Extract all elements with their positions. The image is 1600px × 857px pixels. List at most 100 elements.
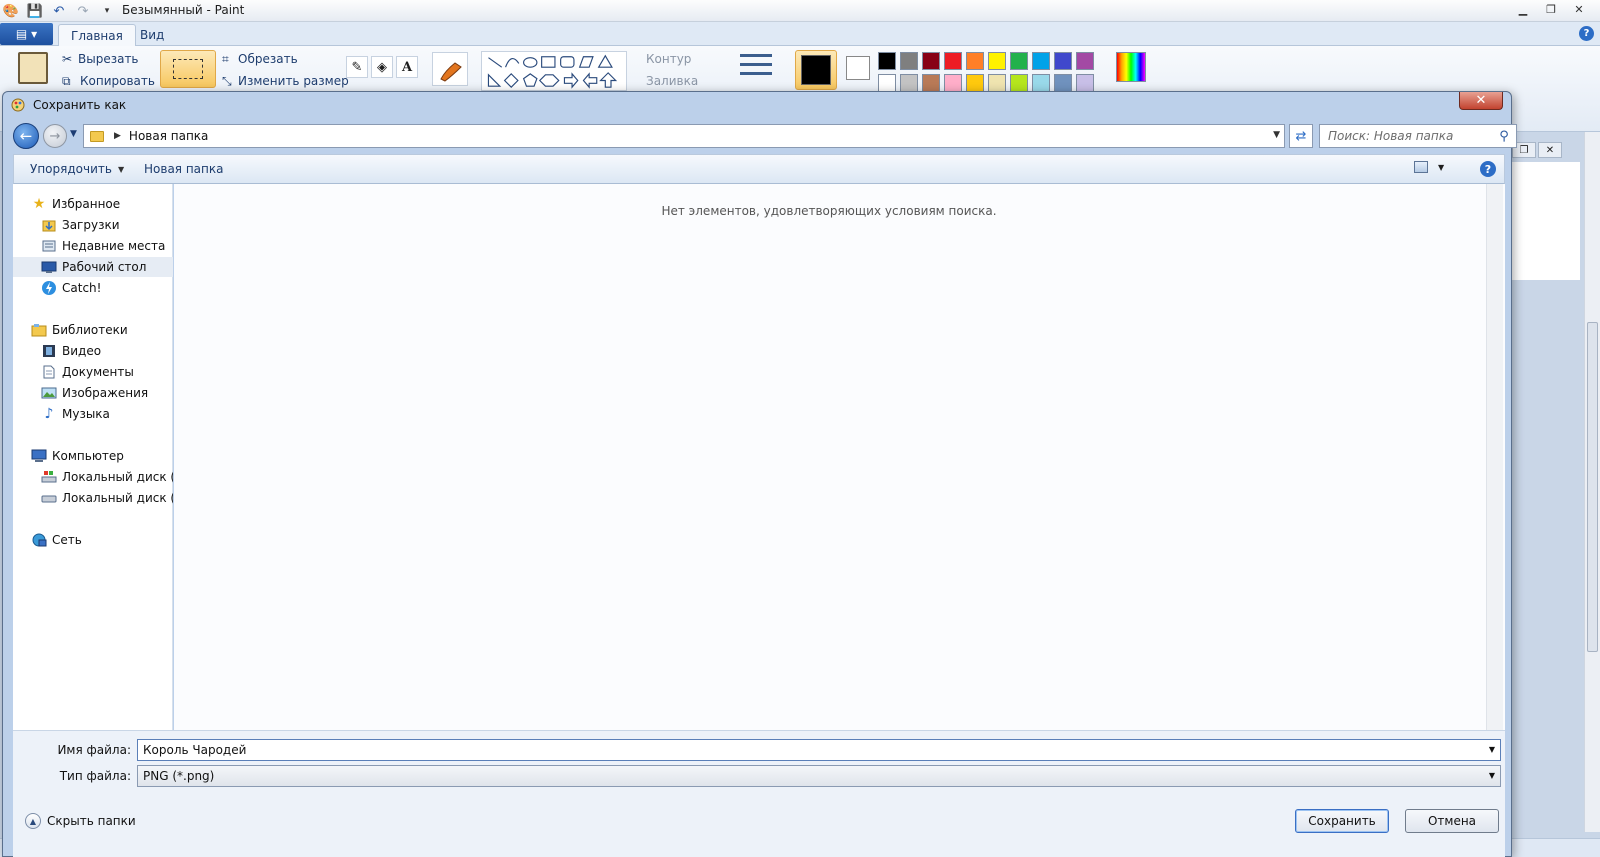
nav-favorites[interactable]: ★ Избранное	[13, 194, 173, 214]
resize-button[interactable]: Изменить размер	[238, 74, 349, 88]
nav-item-music[interactable]: ♪ Музыка	[13, 404, 173, 424]
palette-swatch[interactable]	[900, 74, 918, 92]
help-icon[interactable]: ?	[1480, 161, 1496, 177]
new-folder-button[interactable]: Новая папка	[144, 162, 223, 176]
nav-item-desktop[interactable]: Рабочий стол	[13, 257, 173, 277]
tab-view[interactable]: Вид	[128, 24, 176, 46]
outline-button[interactable]: Контур	[646, 52, 691, 66]
filename-input[interactable]	[138, 740, 1478, 760]
paint-app-icon	[11, 98, 25, 112]
search-icon[interactable]: ⚲	[1496, 128, 1512, 144]
address-bar[interactable]: ▶ Новая папка ▼	[83, 124, 1285, 148]
undo-icon[interactable]: ↶	[50, 2, 68, 20]
edit-colors-button[interactable]	[1116, 52, 1146, 82]
forward-button[interactable]: →	[43, 124, 67, 148]
nav-item-images[interactable]: Изображения	[13, 383, 173, 403]
file-list-scrollbar[interactable]	[1486, 184, 1503, 730]
paint-app-menu-button[interactable]: ▤ ▾	[0, 23, 53, 45]
color1-button[interactable]	[795, 50, 837, 90]
redo-icon[interactable]: ↷	[74, 2, 92, 20]
dialog-close-button[interactable]: ✕	[1459, 92, 1503, 110]
breadcrumb[interactable]: Новая папка	[129, 129, 208, 143]
change-view-button[interactable]: ▼	[1414, 161, 1444, 173]
scroll-thumb[interactable]	[1587, 322, 1598, 652]
close-icon[interactable]: ✕	[1538, 142, 1562, 158]
palette-swatch[interactable]	[878, 52, 896, 70]
nav-item-disk-c[interactable]: Локальный диск (C:	[13, 467, 173, 487]
palette-swatch[interactable]	[1054, 52, 1072, 70]
tab-home[interactable]: Главная	[58, 24, 136, 46]
brush-icon	[440, 62, 462, 82]
palette-swatch[interactable]	[1032, 74, 1050, 92]
palette-swatch[interactable]	[988, 52, 1006, 70]
paint-help-icon[interactable]: ?	[1579, 26, 1594, 41]
command-bar: Упорядочить ▼ Новая папка ▼ ?	[13, 154, 1505, 184]
crop-icon: ⌗	[222, 52, 229, 66]
filetype-select[interactable]: PNG (*.png) ▼	[137, 765, 1501, 787]
close-icon[interactable]: ✕	[1566, 0, 1592, 18]
computer-icon	[31, 448, 47, 464]
paint-window-title: Безымянный - Paint	[122, 3, 245, 17]
color2-button[interactable]	[846, 56, 870, 80]
paint-vertical-scrollbar[interactable]	[1584, 132, 1600, 832]
chevron-down-icon[interactable]: ▼	[1489, 745, 1495, 754]
back-button[interactable]: ←	[13, 123, 39, 149]
save-as-dialog: Сохранить как ✕ ← → ▼ ▶ Новая папка ▼ ⇄ …	[2, 91, 1517, 857]
maximize-icon[interactable]: ❐	[1538, 0, 1564, 18]
size-button[interactable]	[740, 54, 772, 82]
chevron-right-icon[interactable]: ▶	[114, 131, 121, 141]
crop-button[interactable]: Обрезать	[238, 52, 298, 66]
brushes-button[interactable]	[432, 52, 468, 86]
fill-bucket-icon[interactable]: ◈	[371, 56, 393, 78]
palette-swatch[interactable]	[1010, 52, 1028, 70]
palette-swatch[interactable]	[878, 74, 896, 92]
nav-item-video[interactable]: Видео	[13, 341, 173, 361]
palette-swatch[interactable]	[1054, 74, 1072, 92]
palette-swatch[interactable]	[1010, 74, 1028, 92]
nav-network[interactable]: Сеть	[13, 530, 173, 550]
palette-swatch[interactable]	[1032, 52, 1050, 70]
palette-swatch[interactable]	[1076, 52, 1094, 70]
palette-swatch[interactable]	[966, 74, 984, 92]
paste-icon[interactable]	[18, 52, 48, 84]
nav-item-recent-places[interactable]: Недавние места	[13, 236, 173, 256]
palette-swatch[interactable]	[900, 52, 918, 70]
nav-item-catch[interactable]: Catch!	[13, 278, 173, 298]
file-list[interactable]: Нет элементов, удовлетворяющих условиям …	[174, 184, 1505, 730]
palette-swatch[interactable]	[1076, 74, 1094, 92]
paint-app-icon: 🎨	[2, 3, 20, 19]
palette-swatch[interactable]	[944, 74, 962, 92]
palette-swatch[interactable]	[922, 52, 940, 70]
minimize-icon[interactable]: ▁	[1510, 0, 1536, 18]
nav-item-downloads[interactable]: Загрузки	[13, 215, 173, 235]
organize-button[interactable]: Упорядочить ▼	[30, 162, 124, 176]
copy-button[interactable]: Копировать	[80, 74, 155, 88]
palette-swatch[interactable]	[966, 52, 984, 70]
recent-pages-dropdown-icon[interactable]: ▼	[70, 129, 77, 139]
save-icon[interactable]: 💾	[26, 2, 44, 20]
paint-canvas[interactable]	[1512, 162, 1580, 280]
customize-qat-icon[interactable]: ▾	[98, 2, 116, 20]
cut-button[interactable]: Вырезать	[78, 52, 139, 66]
shapes-gallery[interactable]	[481, 51, 627, 91]
refresh-button[interactable]: ⇄	[1289, 124, 1313, 148]
text-tool-icon[interactable]: A	[396, 56, 418, 78]
chevron-down-icon[interactable]: ▼	[1273, 130, 1280, 140]
palette-swatch[interactable]	[944, 52, 962, 70]
resize-icon: ⤡	[222, 74, 232, 88]
save-button[interactable]: Сохранить	[1295, 809, 1389, 833]
images-icon	[41, 385, 57, 401]
color-palette	[878, 52, 1094, 92]
select-button[interactable]	[160, 50, 216, 88]
palette-swatch[interactable]	[988, 74, 1006, 92]
nav-item-disk-d[interactable]: Локальный диск (D:	[13, 488, 173, 508]
nav-item-documents[interactable]: Документы	[13, 362, 173, 382]
search-input[interactable]	[1320, 125, 1492, 147]
palette-swatch[interactable]	[922, 74, 940, 92]
nav-computer[interactable]: Компьютер	[13, 446, 173, 466]
pencil-icon[interactable]: ✎	[346, 56, 368, 78]
nav-libraries[interactable]: Библиотеки	[13, 320, 173, 340]
hide-folders-button[interactable]: ▲ Скрыть папки	[25, 813, 136, 829]
cancel-button[interactable]: Отмена	[1405, 809, 1499, 833]
fill-button[interactable]: Заливка	[646, 74, 698, 88]
